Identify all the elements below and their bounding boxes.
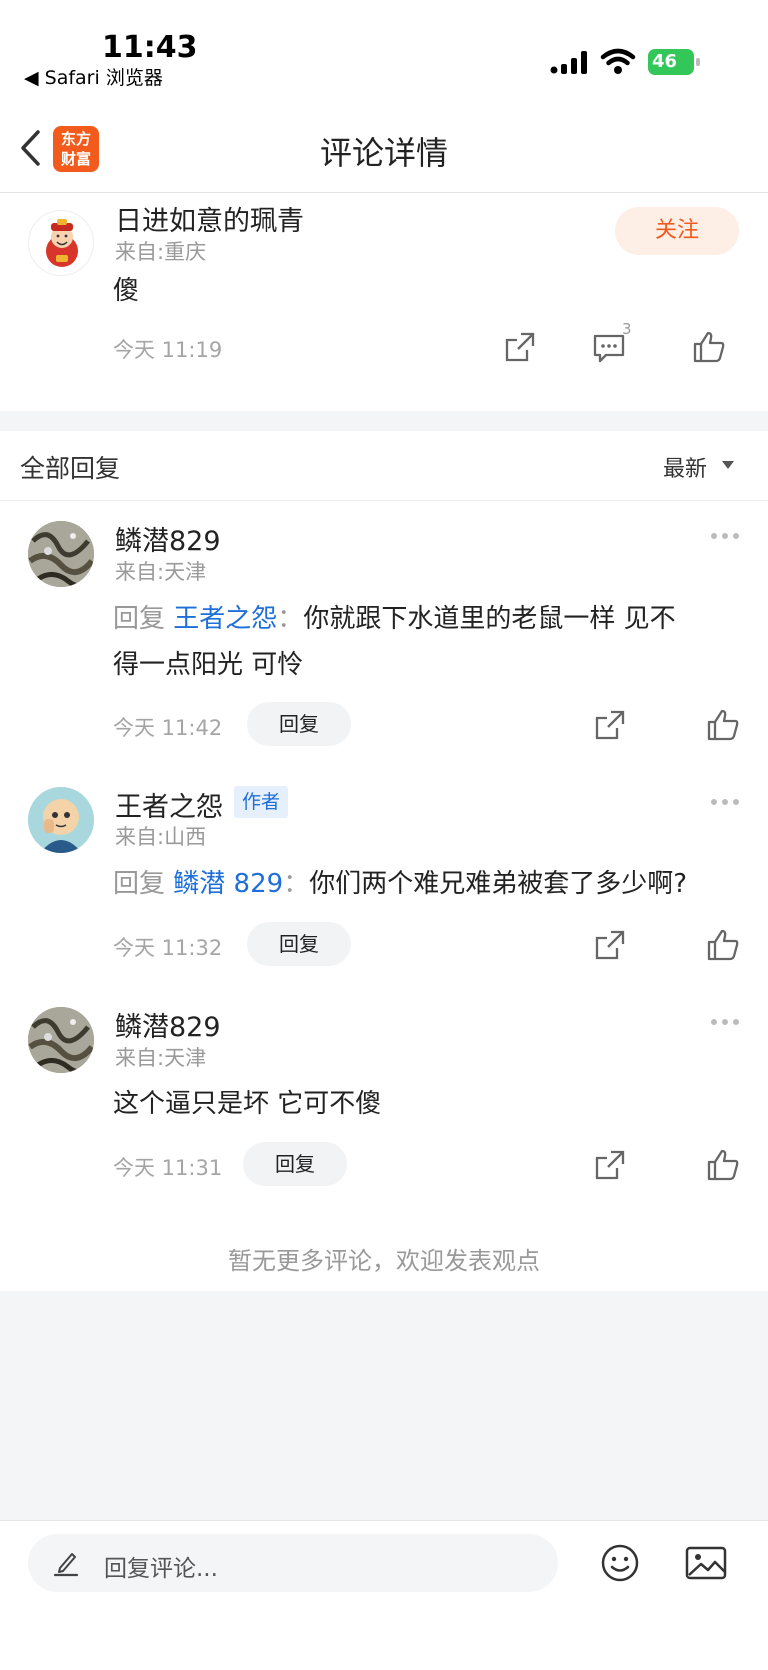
reply-username[interactable]: 鳞潜829 xyxy=(115,519,221,558)
reply-count: 3 xyxy=(622,320,632,338)
snakes-avatar-icon xyxy=(28,521,94,587)
comment-icon[interactable] xyxy=(592,331,626,365)
emoji-icon[interactable] xyxy=(600,1543,640,1583)
like-icon[interactable] xyxy=(706,708,740,742)
wifi-icon xyxy=(600,48,636,74)
avatar[interactable] xyxy=(28,210,94,276)
status-bar: 11:43 ◀ Safari 浏览器 46 xyxy=(0,0,768,100)
snakes-avatar-icon xyxy=(28,1007,94,1073)
comment-username[interactable]: 日进如意的珮青 xyxy=(115,199,304,238)
input-placeholder: 回复评论... xyxy=(104,1556,218,1582)
reply-content: 你们两个难兄难弟被套了多少啊? xyxy=(309,869,688,899)
back-to-safari-link[interactable]: ◀ Safari 浏览器 xyxy=(24,63,163,90)
author-badge: 作者 xyxy=(234,786,288,818)
reply-text: 回复 王者之怨：你就跟下水道里的老鼠一样 见不 得一点阳光 可怜 xyxy=(113,596,753,688)
more-options-icon[interactable] xyxy=(710,798,740,806)
replies-header: 全部回复 最新 xyxy=(0,431,768,501)
like-icon[interactable] xyxy=(706,1148,740,1182)
reply-comment-input[interactable]: 回复评论... xyxy=(28,1534,558,1592)
reply-text: 这个逼只是坏 它可不傻 xyxy=(113,1089,382,1119)
share-icon[interactable] xyxy=(503,330,537,364)
comment-time: 今天 11:19 xyxy=(113,338,223,362)
reply-target-link[interactable]: 鳞潜 829 xyxy=(173,869,283,899)
like-icon[interactable] xyxy=(692,330,726,364)
more-options-icon[interactable] xyxy=(710,1018,740,1026)
reply-time: 今天 11:31 xyxy=(113,1156,223,1180)
reply-username[interactable]: 王者之怨 xyxy=(115,785,223,824)
battery-cap xyxy=(696,58,700,66)
share-icon[interactable] xyxy=(593,1148,627,1182)
comment-text: 傻 xyxy=(113,276,140,306)
cellular-signal-icon xyxy=(550,51,587,74)
main-comment: 日进如意的珮青 来自:重庆 关注 傻 今天 11:19 3 xyxy=(0,193,768,411)
more-options-icon[interactable] xyxy=(710,532,740,540)
all-replies-title: 全部回复 xyxy=(20,454,121,483)
replies-section: 全部回复 最新 鳞潜829 来自:天津 回复 王者之怨：你就跟下水道里的老鼠一样… xyxy=(0,431,768,1291)
avatar[interactable] xyxy=(28,521,94,587)
reply-location: 来自:天津 xyxy=(115,1046,207,1070)
share-icon[interactable] xyxy=(593,928,627,962)
comment-location: 来自:重庆 xyxy=(115,240,207,264)
reply-prefix: 回复 xyxy=(113,604,166,634)
share-icon[interactable] xyxy=(593,708,627,742)
reply-content-1: 你就跟下水道里的老鼠一样 见不 xyxy=(303,604,676,634)
god-of-wealth-avatar-icon xyxy=(46,219,78,267)
reply-location: 来自:山西 xyxy=(115,825,207,849)
like-icon[interactable] xyxy=(706,928,740,962)
reply-target-link[interactable]: 王者之怨 xyxy=(173,604,277,634)
reply-button[interactable]: 回复 xyxy=(243,1142,347,1186)
cartoon-avatar-icon xyxy=(28,787,94,853)
avatar[interactable] xyxy=(28,787,94,853)
reply-colon: ： xyxy=(277,604,304,634)
reply-time: 今天 11:32 xyxy=(113,936,223,960)
reply-text-line-1: 回复 王者之怨：你就跟下水道里的老鼠一样 见不 xyxy=(113,596,753,642)
bottom-input-bar: 回复评论... xyxy=(0,1520,768,1670)
pen-icon xyxy=(53,1553,79,1577)
reply-time: 今天 11:42 xyxy=(113,716,223,740)
reply-username[interactable]: 鳞潜829 xyxy=(115,1005,221,1044)
sort-dropdown[interactable]: 最新 xyxy=(663,451,707,483)
page-title: 评论详情 xyxy=(319,134,448,172)
reply-prefix: 回复 xyxy=(113,869,166,899)
no-more-comments: 暂无更多评论，欢迎发表观点 xyxy=(228,1247,540,1275)
reply-content-2: 得一点阳光 可怜 xyxy=(113,650,304,680)
reply-button[interactable]: 回复 xyxy=(247,922,351,966)
battery-level: 46 xyxy=(648,49,694,75)
reply-text: 回复 鳞潜 829：你们两个难兄难弟被套了多少啊? xyxy=(113,861,763,907)
reply-location: 来自:天津 xyxy=(115,560,207,584)
reply-button[interactable]: 回复 xyxy=(247,702,351,746)
chevron-down-icon[interactable] xyxy=(722,461,734,469)
battery-icon: 46 xyxy=(648,49,700,75)
avatar[interactable] xyxy=(28,1007,94,1073)
image-icon[interactable] xyxy=(685,1545,727,1581)
follow-button[interactable]: 关注 xyxy=(615,207,739,255)
reply-colon: ： xyxy=(283,869,310,899)
navigation-bar: 东方 财富 评论详情 xyxy=(0,100,768,193)
status-time: 11:43 xyxy=(102,30,198,65)
